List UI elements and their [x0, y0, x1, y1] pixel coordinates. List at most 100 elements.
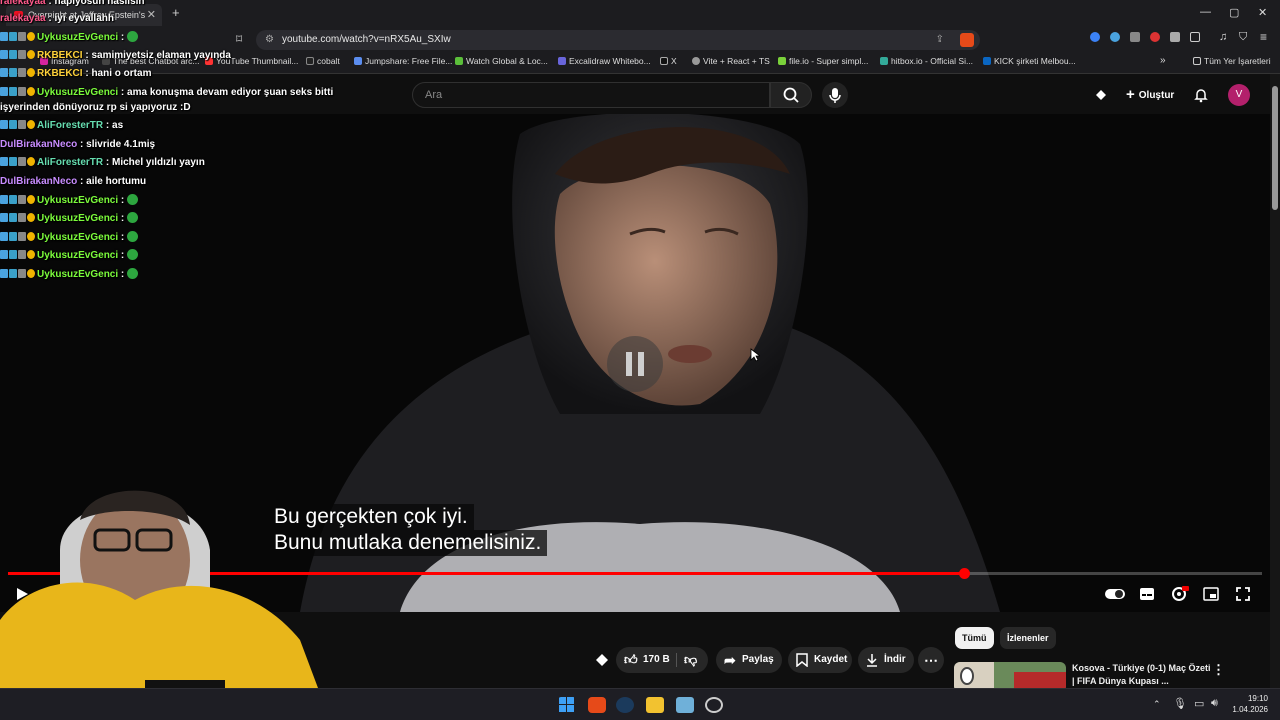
chat-username[interactable]: UykusuzEvGenci [37, 195, 118, 206]
bookmark-item[interactable]: Watch Global & Loc... [455, 56, 548, 66]
chat-username[interactable]: DulBirakanNeco [0, 176, 77, 187]
chat-username[interactable]: RKBEKCI [37, 50, 83, 61]
bookmark-item[interactable]: X [660, 56, 677, 66]
chat-username[interactable]: ralekayaa [0, 13, 46, 24]
download-button[interactable]: İndir [858, 647, 914, 673]
chat-username[interactable]: AliForesterTR [37, 157, 103, 168]
chat-emote-icon [127, 212, 139, 223]
search-button[interactable] [770, 82, 812, 108]
extension-icon[interactable] [1130, 32, 1140, 42]
chat-username[interactable]: UykusuzEvGenci [37, 232, 118, 243]
like-dislike-group: 👍︎ 170 B 👎︎ [616, 647, 708, 673]
all-bookmarks-folder[interactable]: Tüm Yer İşaretleri [1193, 56, 1271, 66]
settings-gear-icon[interactable] [1171, 586, 1189, 602]
scrubber-handle[interactable] [958, 568, 970, 579]
autoplay-toggle-icon[interactable] [1104, 586, 1126, 602]
network-icon[interactable]: ▭ [1194, 697, 1204, 710]
maximize-icon[interactable]: ▢ [1229, 6, 1239, 19]
search-icon [783, 87, 799, 103]
windows-start-icon[interactable] [558, 697, 576, 713]
chat-username[interactable]: UykusuzEvGenci [37, 87, 118, 98]
bookmark-item[interactable]: file.io - Super simpl... [778, 56, 868, 66]
sidebar-icon[interactable] [1190, 32, 1200, 42]
brave-browser-icon[interactable] [588, 697, 606, 713]
chat-username[interactable]: UykusuzEvGenci [37, 32, 118, 43]
close-tab-icon[interactable]: ✕ [147, 4, 156, 26]
bookmark-item[interactable]: cobalt [306, 56, 340, 66]
extension-icon[interactable] [1150, 32, 1160, 42]
pause-overlay-button[interactable] [607, 336, 663, 392]
chat-username[interactable]: ralekayaa [0, 0, 46, 7]
tray-chevron-icon[interactable]: ⌃ [1153, 699, 1161, 710]
scrollbar-thumb[interactable] [1272, 86, 1278, 210]
chat-emote-icon [127, 231, 139, 242]
chat-message: AliForesterTR : as [0, 120, 123, 131]
volume-icon[interactable]: 🔊︎ [1211, 697, 1218, 710]
bookmark-item[interactable]: KICK şirketi Melbou... [983, 56, 1076, 66]
new-tab-icon[interactable]: + [172, 5, 180, 20]
chat-text: : samimiyetsiz elaman yayında [82, 50, 231, 61]
menu-icon[interactable]: ≡ [1260, 30, 1267, 44]
minimize-icon[interactable]: — [1200, 6, 1211, 18]
share-button[interactable]: ➦ Paylaş [716, 647, 782, 673]
side-video-title[interactable]: Kosova - Türkiye (0-1) Maç Özeti | FIFA … [1072, 662, 1212, 688]
chip-watched[interactable]: İzlenenler [1000, 627, 1056, 649]
more-bookmarks-icon[interactable]: » [1160, 55, 1166, 66]
bookmark-page-icon[interactable]: ⌑ [236, 32, 242, 46]
extension-icon[interactable] [1110, 32, 1120, 42]
music-icon[interactable]: ♫ [1219, 31, 1227, 43]
chat-message: UykusuzEvGenci : [0, 212, 139, 224]
voice-search-button[interactable] [822, 82, 848, 108]
avatar[interactable]: V [1228, 84, 1250, 106]
chat-badges-icon [0, 269, 35, 278]
notifications-bell-icon[interactable] [1193, 87, 1209, 103]
chat-username[interactable]: UykusuzEvGenci [37, 250, 118, 261]
bookmark-item[interactable]: Vite + React + TS [692, 56, 770, 66]
app-icon[interactable] [676, 697, 694, 713]
premium-sparkle-icon[interactable] [594, 652, 610, 668]
bookmark-item[interactable]: Jumpshare: Free File... [354, 56, 452, 66]
chat-username[interactable]: AliForesterTR [37, 120, 103, 131]
chat-username[interactable]: UykusuzEvGenci [37, 269, 118, 280]
plus-icon: + [1126, 86, 1135, 103]
page-scrollbar[interactable] [1270, 74, 1280, 688]
extensions-puzzle-icon[interactable] [1170, 32, 1180, 42]
share-page-icon[interactable]: ⇪ [936, 30, 944, 50]
chat-username[interactable]: RKBEKCI [37, 68, 83, 79]
subtitles-icon[interactable] [1139, 586, 1155, 602]
microphone-tray-icon[interactable]: 🎙︎ [1173, 697, 1187, 710]
clock[interactable]: 19:10 1.04.2026 [1228, 694, 1268, 714]
create-button[interactable]: + Oluştur [1118, 82, 1182, 108]
save-button[interactable]: Kaydet [788, 647, 852, 673]
miniplayer-icon[interactable] [1203, 586, 1219, 602]
like-icon[interactable]: 👍︎ [624, 647, 638, 673]
bookmark-item[interactable]: Excalidraw Whitebo... [558, 56, 651, 66]
side-video-menu-icon[interactable]: ⋮ [1212, 662, 1225, 678]
chat-message: UykusuzEvGenci : ama konuşma devam ediyo… [0, 87, 333, 98]
chat-text: : [118, 213, 125, 224]
close-window-icon[interactable]: ✕ [1258, 6, 1267, 19]
search-input[interactable]: Ara [412, 82, 770, 108]
premium-sparkle-icon[interactable] [1093, 87, 1109, 103]
extension-icon[interactable] [1090, 32, 1100, 42]
steam-icon[interactable] [616, 697, 634, 713]
chat-text: : [118, 269, 125, 280]
file-explorer-icon[interactable] [646, 697, 664, 713]
site-info-icon[interactable]: ⚙ [265, 30, 274, 50]
brave-shield-icon[interactable] [960, 33, 974, 47]
chat-username[interactable]: UykusuzEvGenci [37, 213, 118, 224]
chat-username[interactable]: DulBirakanNeco [0, 139, 77, 150]
fullscreen-icon[interactable] [1235, 586, 1251, 602]
chat-message: DulBirakanNeco : aile hortumu [0, 176, 146, 187]
vpn-shield-icon[interactable]: ⛉ [1239, 31, 1247, 44]
more-actions-button[interactable]: ⋯ [918, 647, 944, 673]
chat-message: UykusuzEvGenci : [0, 194, 139, 206]
dislike-icon[interactable]: 👎︎ [684, 647, 697, 673]
like-count[interactable]: 170 B [643, 647, 670, 673]
chat-text: : hani o ortam [82, 68, 152, 79]
address-bar[interactable]: ⚙ youtube.com/watch?v=nRX5Au_SXIw ⇪ [256, 30, 980, 50]
bookmark-item[interactable]: hitbox.io - Official Si... [880, 56, 973, 66]
chip-all[interactable]: Tümü [955, 627, 994, 649]
obs-icon[interactable] [705, 697, 723, 713]
download-icon [867, 654, 877, 667]
